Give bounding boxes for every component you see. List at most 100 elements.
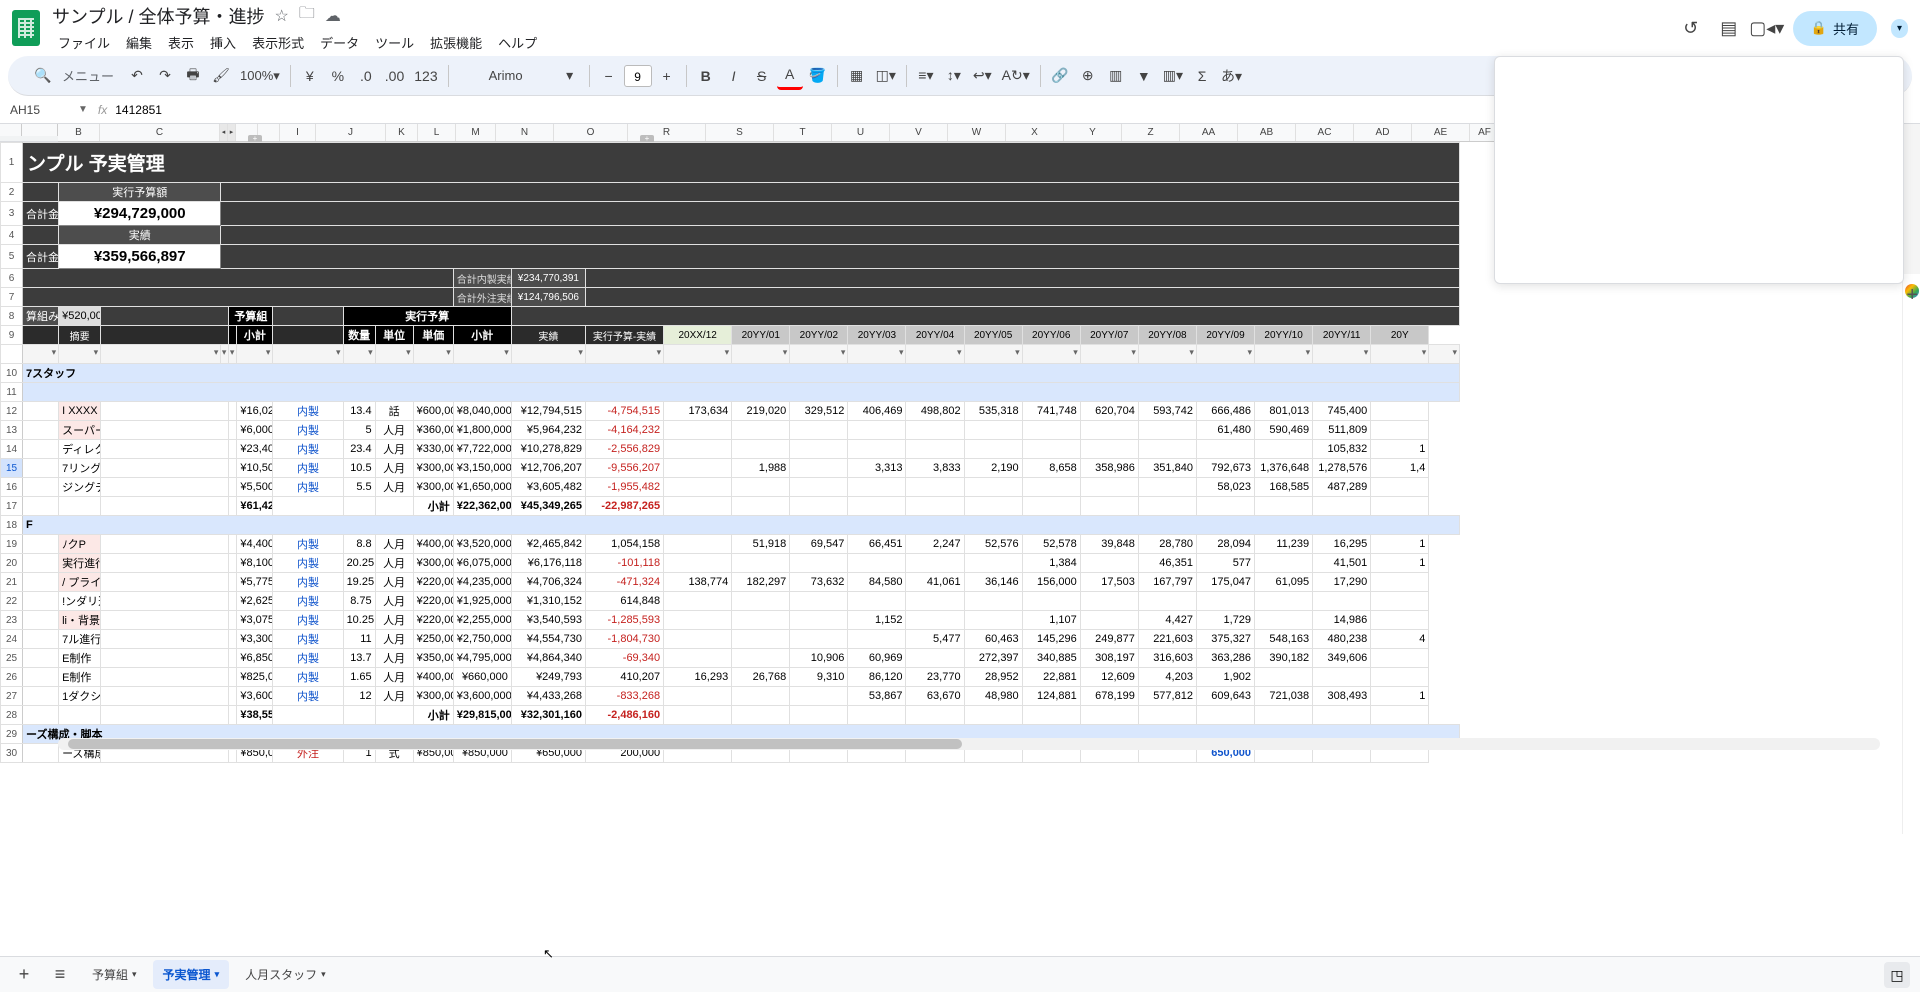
filter-cell[interactable]: ▾ — [375, 345, 413, 364]
filter-cell[interactable]: ▾ — [1080, 345, 1138, 364]
menu-ファイル[interactable]: ファイル — [52, 31, 116, 54]
filter-button[interactable]: ▼ — [1131, 62, 1157, 90]
filter-cell[interactable]: ▾ — [413, 345, 453, 364]
col-header-Z[interactable]: Z — [1122, 124, 1180, 141]
filter-cell[interactable]: ▾ — [237, 345, 273, 364]
strike-button[interactable]: S — [749, 62, 775, 90]
col-header-S[interactable]: S — [706, 124, 774, 141]
all-sheets-button[interactable]: ≡ — [46, 961, 74, 989]
text-color-button[interactable]: A — [777, 62, 803, 90]
sheet-tab-予算組[interactable]: 予算組▾ — [82, 960, 147, 989]
filter-cell[interactable]: ▾ — [1313, 345, 1371, 364]
filter-cell[interactable]: ▾ — [59, 345, 101, 364]
filter-cell[interactable]: ▾ — [1196, 345, 1254, 364]
menu-表示[interactable]: 表示 — [162, 31, 200, 54]
filter-cell[interactable]: ▾ — [1371, 345, 1429, 364]
filter-cell[interactable]: ▾ — [511, 345, 585, 364]
zoom-select[interactable]: 100% ▾ — [236, 62, 284, 90]
merge-button[interactable]: ◫▾ — [872, 62, 900, 90]
row-header-3[interactable]: 3 — [1, 202, 23, 226]
row-header-[interactable] — [1, 345, 23, 364]
name-box-dropdown[interactable]: ▼ — [78, 104, 88, 115]
filter-cell[interactable]: ▾ — [1255, 345, 1313, 364]
row-header-17[interactable]: 17 — [1, 497, 23, 516]
redo-button[interactable]: ↷ — [152, 62, 178, 90]
borders-button[interactable]: ▦ — [844, 62, 870, 90]
fill-color-button[interactable]: 🪣 — [805, 62, 831, 90]
share-button[interactable]: 🔒 共有 — [1793, 11, 1877, 46]
filter-cell[interactable]: ▾ — [906, 345, 964, 364]
doc-title[interactable]: サンプル / 全体予算・進捗 — [52, 3, 264, 29]
percent-button[interactable]: % — [325, 62, 351, 90]
filter-cell[interactable]: ▾ — [273, 345, 343, 364]
col-header-AD[interactable]: AD — [1354, 124, 1412, 141]
col-header-L[interactable]: L — [418, 124, 456, 141]
star-icon[interactable]: ☆ — [274, 6, 288, 26]
col-header-O[interactable]: O — [554, 124, 628, 141]
side-add-button[interactable]: + — [1906, 284, 1918, 307]
undo-button[interactable]: ↶ — [124, 62, 150, 90]
popup-panel[interactable] — [1494, 56, 1904, 284]
row-header-28[interactable]: 28 — [1, 706, 23, 725]
wrap-button[interactable]: ↩▾ — [969, 62, 996, 90]
col-header-AA[interactable]: AA — [1180, 124, 1238, 141]
filter-cell[interactable]: ▾ — [964, 345, 1022, 364]
col-header-W[interactable]: W — [948, 124, 1006, 141]
decrease-decimal-button[interactable]: .0 — [353, 62, 379, 90]
add-sheet-button[interactable]: + — [10, 961, 38, 989]
col-header-AB[interactable]: AB — [1238, 124, 1296, 141]
paint-format-button[interactable]: 🖌 — [208, 62, 234, 90]
row-header-30[interactable]: 30 — [1, 744, 23, 763]
col-header-U[interactable]: U — [832, 124, 890, 141]
col-header-J[interactable]: J — [316, 124, 386, 141]
col-header-AE[interactable]: AE — [1412, 124, 1470, 141]
row-header-20[interactable]: 20 — [1, 554, 23, 573]
functions-button[interactable]: Σ — [1189, 62, 1215, 90]
row-header-6[interactable]: 6 — [1, 269, 23, 288]
move-icon[interactable]: 🗀 — [299, 2, 315, 29]
row-header-25[interactable]: 25 — [1, 649, 23, 668]
rotate-button[interactable]: A↻▾ — [998, 62, 1034, 90]
menu-拡張機能[interactable]: 拡張機能 — [424, 31, 488, 54]
row-header-7[interactable]: 7 — [1, 288, 23, 307]
row-header-10[interactable]: 10 — [1, 364, 23, 383]
row-header-9[interactable]: 9 — [1, 326, 23, 345]
row-header-15[interactable]: 15 — [1, 459, 23, 478]
filter-cell[interactable]: ▾ — [1429, 345, 1460, 364]
col-header-N[interactable]: N — [496, 124, 554, 141]
filter-cell[interactable]: ▾ — [790, 345, 848, 364]
filter-cell[interactable]: ▾ — [343, 345, 375, 364]
col-header-T[interactable]: T — [774, 124, 832, 141]
filter-cell[interactable]: ▾ — [732, 345, 790, 364]
input-tools-button[interactable]: あ▾ — [1217, 62, 1246, 90]
col-header-C[interactable]: C — [100, 124, 220, 141]
row-header-12[interactable]: 12 — [1, 402, 23, 421]
col-header-Y[interactable]: Y — [1064, 124, 1122, 141]
share-dropdown[interactable]: ▾ — [1891, 19, 1908, 38]
link-button[interactable]: 🔗 — [1047, 62, 1073, 90]
filter-cell[interactable]: ▾ — [221, 345, 229, 364]
row-header-4[interactable]: 4 — [1, 226, 23, 245]
row-header-26[interactable]: 26 — [1, 668, 23, 687]
col-header-X[interactable]: X — [1006, 124, 1064, 141]
menu-データ[interactable]: データ — [314, 31, 365, 54]
print-button[interactable]: 🖶 — [180, 62, 206, 90]
row-header-13[interactable]: 13 — [1, 421, 23, 440]
row-header-18[interactable]: 18 — [1, 516, 23, 535]
col-header-M[interactable]: M — [456, 124, 496, 141]
cloud-icon[interactable]: ☁ — [325, 6, 341, 26]
filter-cell[interactable]: ▾ — [848, 345, 906, 364]
menu-ヘルプ[interactable]: ヘルプ — [492, 31, 543, 54]
comments-icon[interactable]: ▤ — [1717, 16, 1741, 40]
bold-button[interactable]: B — [693, 62, 719, 90]
filter-cell[interactable]: ▾ — [1138, 345, 1196, 364]
sheets-logo[interactable] — [12, 10, 40, 46]
increase-font-button[interactable]: + — [654, 62, 680, 90]
row-header-1[interactable]: 1 — [1, 143, 23, 183]
row-header-21[interactable]: 21 — [1, 573, 23, 592]
menu-search[interactable]: メニュー — [62, 66, 114, 85]
col-header-K[interactable]: K — [386, 124, 418, 141]
font-dd[interactable]: ▾ — [557, 62, 583, 90]
filter-cell[interactable]: ▾ — [229, 345, 237, 364]
col-header-V[interactable]: V — [890, 124, 948, 141]
